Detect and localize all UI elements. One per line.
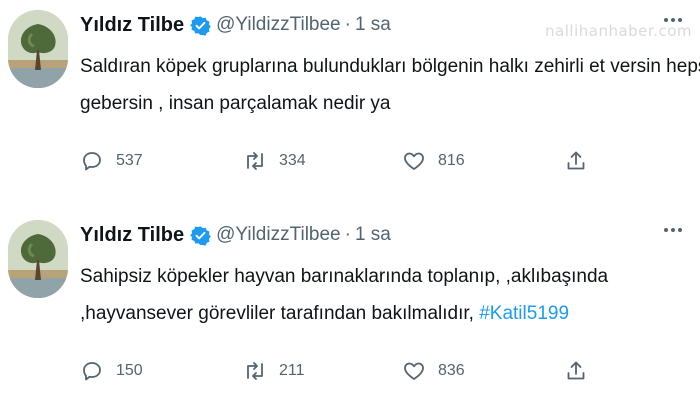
share-button[interactable] <box>564 356 588 386</box>
reply-button[interactable]: 150 <box>80 356 143 386</box>
tweet-header: Yıldız Tilbe @YildizzTilbee · 1 sa <box>80 222 391 248</box>
avatar[interactable] <box>8 220 68 298</box>
retweet-count: 211 <box>279 362 305 379</box>
hashtag-link[interactable]: #Katil5199 <box>479 303 569 324</box>
share-button[interactable] <box>564 146 588 176</box>
author-name[interactable]: Yıldız Tilbe <box>80 14 184 37</box>
tweet-text-line: Sahipsiz köpekler hayvan barınaklarında … <box>80 266 609 287</box>
like-button[interactable]: 816 <box>402 146 465 176</box>
reply-count: 150 <box>116 362 143 379</box>
verified-badge-icon <box>190 225 211 246</box>
tweet-header: Yıldız Tilbe @YildizzTilbee · 1 sa <box>80 12 391 38</box>
tweet-text-line: Saldıran köpek gruplarına bulundukları b… <box>80 56 700 77</box>
retweet-button[interactable]: 211 <box>243 356 305 386</box>
tweet-text: Saldıran köpek gruplarına bulundukları b… <box>80 48 700 122</box>
author-name[interactable]: Yıldız Tilbe <box>80 224 184 247</box>
reply-icon <box>80 359 104 383</box>
tweet-text-line: ,hayvansever görevliler tarafından bakıl… <box>80 295 680 332</box>
reply-icon <box>80 149 104 173</box>
share-icon <box>564 359 588 383</box>
retweet-count: 334 <box>279 152 306 169</box>
share-icon <box>564 149 588 173</box>
verified-badge-icon <box>190 15 211 36</box>
like-count: 816 <box>438 152 465 169</box>
more-options-icon[interactable] <box>664 18 682 22</box>
tweet[interactable]: Yıldız Tilbe @YildizzTilbee · 1 sa Saldı… <box>0 0 700 210</box>
avatar[interactable] <box>8 10 68 88</box>
timestamp[interactable]: 1 sa <box>355 14 391 36</box>
separator-dot: · <box>344 14 351 35</box>
author-handle[interactable]: @YildizzTilbee <box>216 224 341 246</box>
retweet-icon <box>243 359 267 383</box>
tweet-actions: 537 334 816 <box>80 146 600 176</box>
like-icon <box>402 149 426 173</box>
like-icon <box>402 359 426 383</box>
tweet-actions: 150 211 836 <box>80 356 600 386</box>
tweet-text: Sahipsiz köpekler hayvan barınaklarında … <box>80 258 680 332</box>
separator-dot: · <box>344 224 351 245</box>
author-handle[interactable]: @YildizzTilbee <box>216 14 341 36</box>
retweet-button[interactable]: 334 <box>243 146 306 176</box>
reply-count: 537 <box>116 152 143 169</box>
reply-button[interactable]: 537 <box>80 146 143 176</box>
like-button[interactable]: 836 <box>402 356 465 386</box>
tweet[interactable]: Yıldız Tilbe @YildizzTilbee · 1 sa Sahip… <box>0 210 700 420</box>
timestamp[interactable]: 1 sa <box>355 224 391 246</box>
more-options-icon[interactable] <box>664 228 682 232</box>
like-count: 836 <box>438 362 465 379</box>
retweet-icon <box>243 149 267 173</box>
tweet-text-segment: ,hayvansever görevliler tarafından bakıl… <box>80 303 474 324</box>
tweet-text-line: gebersin , insan parçalamak nedir ya <box>80 93 391 114</box>
